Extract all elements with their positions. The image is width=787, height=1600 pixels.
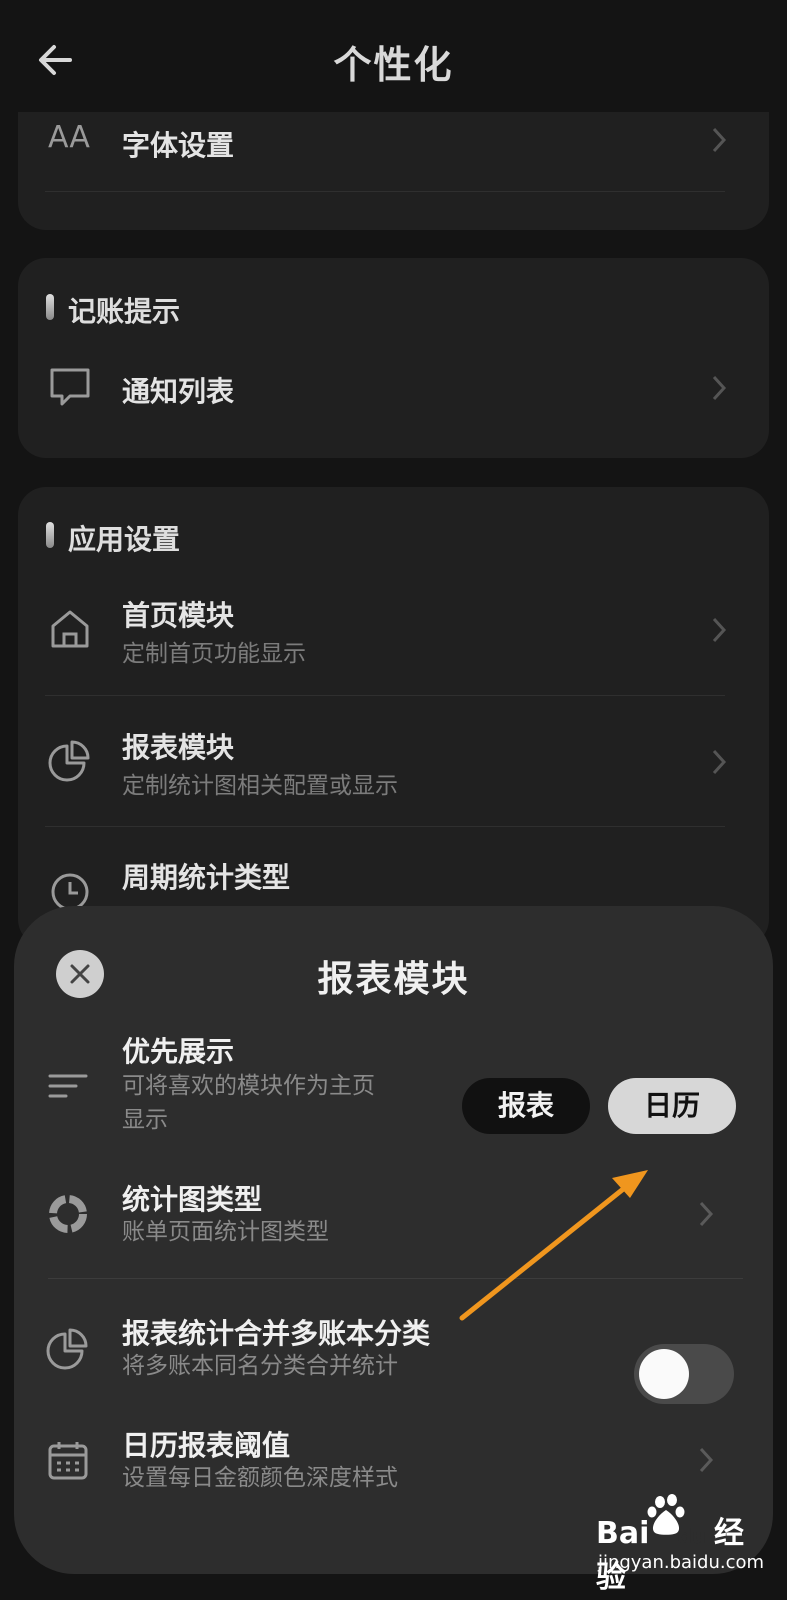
calendar-icon <box>48 1442 88 1480</box>
merge-categories-label: 报表统计合并多账本分类 <box>122 1317 431 1350</box>
watermark-url: jingyan.baidu.com <box>597 1552 765 1573</box>
chevron-right-icon <box>712 375 727 401</box>
report-module-desc: 定制统计图相关配置或显示 <box>122 773 398 799</box>
option-calendar-button[interactable]: 日历 <box>608 1078 736 1134</box>
chevron-right-icon <box>712 617 727 643</box>
home-module-row[interactable]: 首页模块 定制首页功能显示 <box>18 580 769 690</box>
chevron-right-icon[interactable] <box>698 1200 714 1228</box>
report-module-label: 报表模块 <box>122 731 235 764</box>
period-stat-type-row[interactable]: 周期统计类型 <box>18 844 769 914</box>
section-title-app-settings: 应用设置 <box>46 518 180 558</box>
option-report-button[interactable]: 报表 <box>462 1078 590 1134</box>
notification-list-row[interactable]: 通知列表 <box>18 350 769 430</box>
priority-display-desc-line1: 可将喜欢的模块作为主页 <box>122 1073 375 1099</box>
sheet-title: 报表模块 <box>317 959 470 1000</box>
divider <box>45 695 725 696</box>
priority-display-desc-line2: 显示 <box>122 1107 168 1133</box>
chevron-right-icon <box>712 127 727 153</box>
home-module-desc: 定制首页功能显示 <box>122 641 306 667</box>
chevron-right-icon[interactable] <box>698 1446 714 1474</box>
divider <box>45 826 725 827</box>
donut-chart-icon <box>49 1195 87 1233</box>
merge-categories-toggle[interactable] <box>634 1344 734 1404</box>
baidu-jingyan-watermark: Bai du 经验 jingyan.baidu.com <box>596 1492 766 1595</box>
sort-lines-icon <box>48 1074 88 1098</box>
pie-chart-icon <box>46 1328 88 1370</box>
divider <box>48 1278 743 1279</box>
chart-type-label[interactable]: 统计图类型 <box>122 1178 262 1218</box>
watermark-brand-a: Bai <box>596 1516 650 1551</box>
page-title: 个性化 <box>333 43 454 87</box>
chart-type-desc: 账单页面统计图类型 <box>122 1219 329 1245</box>
font-settings-label: 字体设置 <box>122 129 235 162</box>
toggle-knob <box>639 1349 689 1399</box>
calendar-threshold-label[interactable]: 日历报表阈值 <box>122 1424 290 1464</box>
merge-categories-desc: 将多账本同名分类合并统计 <box>122 1353 398 1379</box>
home-module-label: 首页模块 <box>122 599 235 632</box>
priority-display-label: 优先展示 <box>122 1035 235 1068</box>
font-settings-row[interactable]: AA 字体设置 <box>18 112 769 192</box>
watermark-brand-b: du <box>677 1524 706 1548</box>
chat-bubble-icon <box>50 368 90 406</box>
top-bar: 个性化 <box>0 0 787 120</box>
report-module-sheet: 报表模块 优先展示 可将喜欢的模块作为主页 显示 报表 日历 统计图类型 账单页… <box>14 906 773 1574</box>
report-module-row[interactable]: 报表模块 定制统计图相关配置或显示 <box>18 712 769 822</box>
divider <box>45 191 725 192</box>
section-title-reminder: 记账提示 <box>46 290 180 330</box>
home-icon <box>51 610 89 648</box>
period-stat-type-label: 周期统计类型 <box>122 861 291 894</box>
font-size-icon: AA <box>48 120 90 155</box>
notification-list-label: 通知列表 <box>122 375 235 408</box>
pie-chart-icon <box>48 740 90 782</box>
chevron-right-icon <box>712 749 727 775</box>
calendar-threshold-desc: 设置每日金额颜色深度样式 <box>122 1465 398 1491</box>
